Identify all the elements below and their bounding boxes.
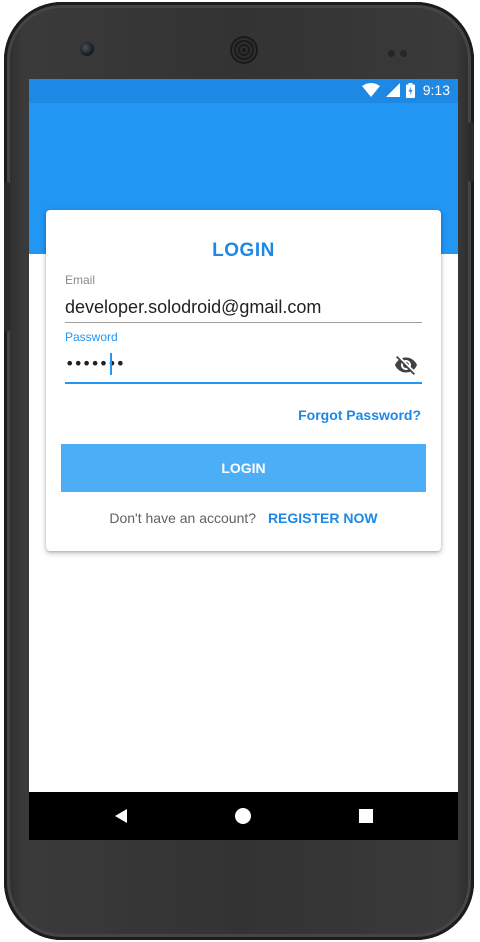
proximity-sensor: [388, 44, 412, 57]
register-prompt: Don't have an account?: [109, 510, 257, 526]
back-icon[interactable]: [111, 806, 131, 826]
home-icon[interactable]: [233, 806, 253, 826]
text-cursor: [110, 353, 112, 375]
battery-icon: [405, 82, 415, 98]
password-field-wrapper: •••••••: [65, 349, 422, 384]
recents-icon[interactable]: [356, 806, 376, 826]
eye-off-icon[interactable]: [394, 353, 418, 377]
forgot-password-link[interactable]: Forgot Password?: [298, 407, 421, 423]
phone-frame: 9:13 LOGIN Email Password ••••••• Forgot…: [4, 2, 474, 940]
earpiece-speaker: [230, 36, 258, 64]
password-field[interactable]: •••••••: [65, 349, 385, 379]
password-label: Password: [65, 330, 118, 344]
email-label: Email: [65, 273, 96, 287]
power-button: [468, 122, 474, 182]
login-card: LOGIN Email Password ••••••• Forgot Pass…: [46, 210, 441, 551]
register-row: Don't have an account? REGISTER NOW: [46, 510, 441, 526]
wifi-icon: [361, 83, 380, 97]
navigation-bar: [29, 792, 458, 840]
login-button[interactable]: LOGIN: [61, 444, 426, 492]
volume-button: [4, 182, 10, 332]
signal-icon: [385, 83, 400, 97]
front-camera: [80, 42, 94, 56]
status-time: 9:13: [422, 82, 450, 98]
email-field[interactable]: [65, 292, 422, 323]
status-bar: 9:13: [29, 79, 458, 103]
login-title: LOGIN: [212, 240, 275, 261]
screen: 9:13 LOGIN Email Password ••••••• Forgot…: [29, 79, 458, 840]
register-now-link[interactable]: REGISTER NOW: [268, 510, 378, 526]
